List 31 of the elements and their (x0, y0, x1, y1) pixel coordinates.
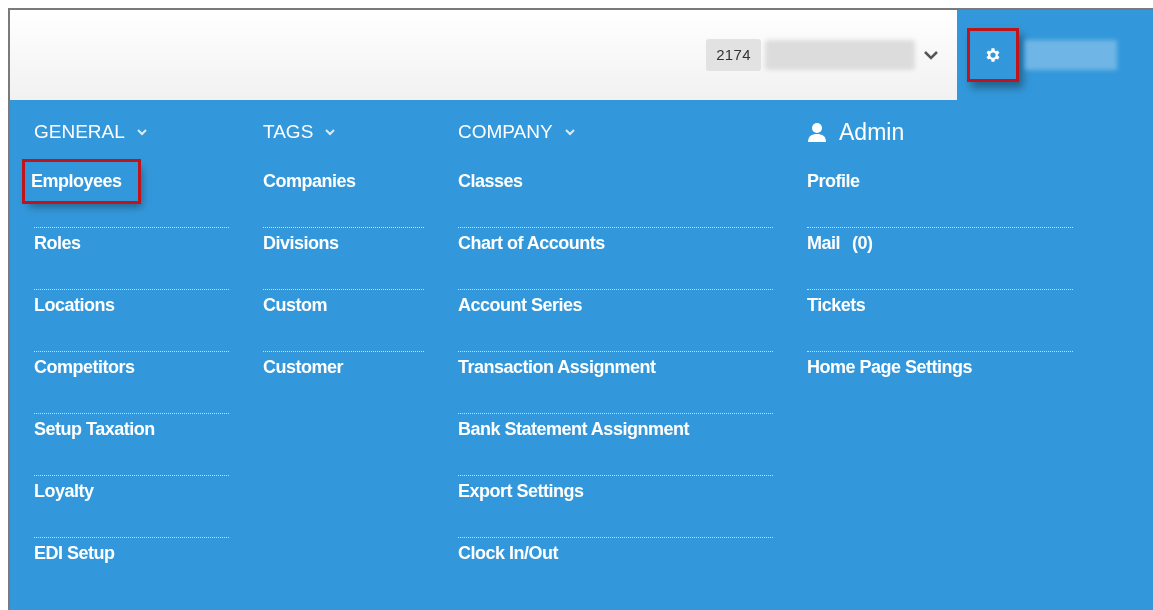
menu-link[interactable]: EDI Setup (31, 538, 118, 569)
menu-link[interactable]: Clock In/Out (455, 538, 561, 569)
menu-heading[interactable]: GENERAL (34, 117, 125, 147)
menu-link[interactable]: Custom (260, 290, 330, 321)
menu-link[interactable]: Roles (31, 228, 84, 259)
menu-heading[interactable]: TAGS (263, 117, 314, 147)
menu-link[interactable]: Loyalty (31, 476, 97, 507)
menu-link[interactable]: Transaction Assignment (455, 352, 659, 383)
settings-button[interactable] (967, 28, 1019, 82)
menu-link[interactable]: Mail (0) (804, 228, 876, 259)
settings-icon (984, 46, 1002, 64)
menu-link[interactable]: Competitors (31, 352, 138, 383)
menu-heading[interactable]: COMPANY (458, 117, 553, 147)
menu-link[interactable]: Home Page Settings (804, 352, 976, 383)
menu-link[interactable]: Divisions (260, 228, 342, 259)
menu-link[interactable]: Chart of Accounts (455, 228, 608, 259)
menu-link[interactable]: Profile (804, 166, 863, 197)
user-icon (807, 122, 827, 142)
menu-link[interactable]: Tickets (804, 290, 869, 321)
menu-link[interactable]: Employees (25, 162, 138, 201)
chevron-down-icon[interactable] (923, 49, 939, 61)
menu-heading[interactable]: Admin (839, 114, 905, 150)
menu-link[interactable]: Locations (31, 290, 118, 321)
menu-link[interactable]: Setup Taxation (31, 414, 158, 445)
menu-link[interactable]: Export Settings (455, 476, 587, 507)
menu-link[interactable]: Classes (455, 166, 526, 197)
menu-link[interactable]: Customer (260, 352, 346, 383)
menu-link[interactable]: Account Series (455, 290, 586, 321)
menu-link[interactable]: Companies (260, 166, 359, 197)
menu-link[interactable]: Bank Statement Assignment (455, 414, 692, 445)
company-code: 2174 (706, 38, 761, 72)
